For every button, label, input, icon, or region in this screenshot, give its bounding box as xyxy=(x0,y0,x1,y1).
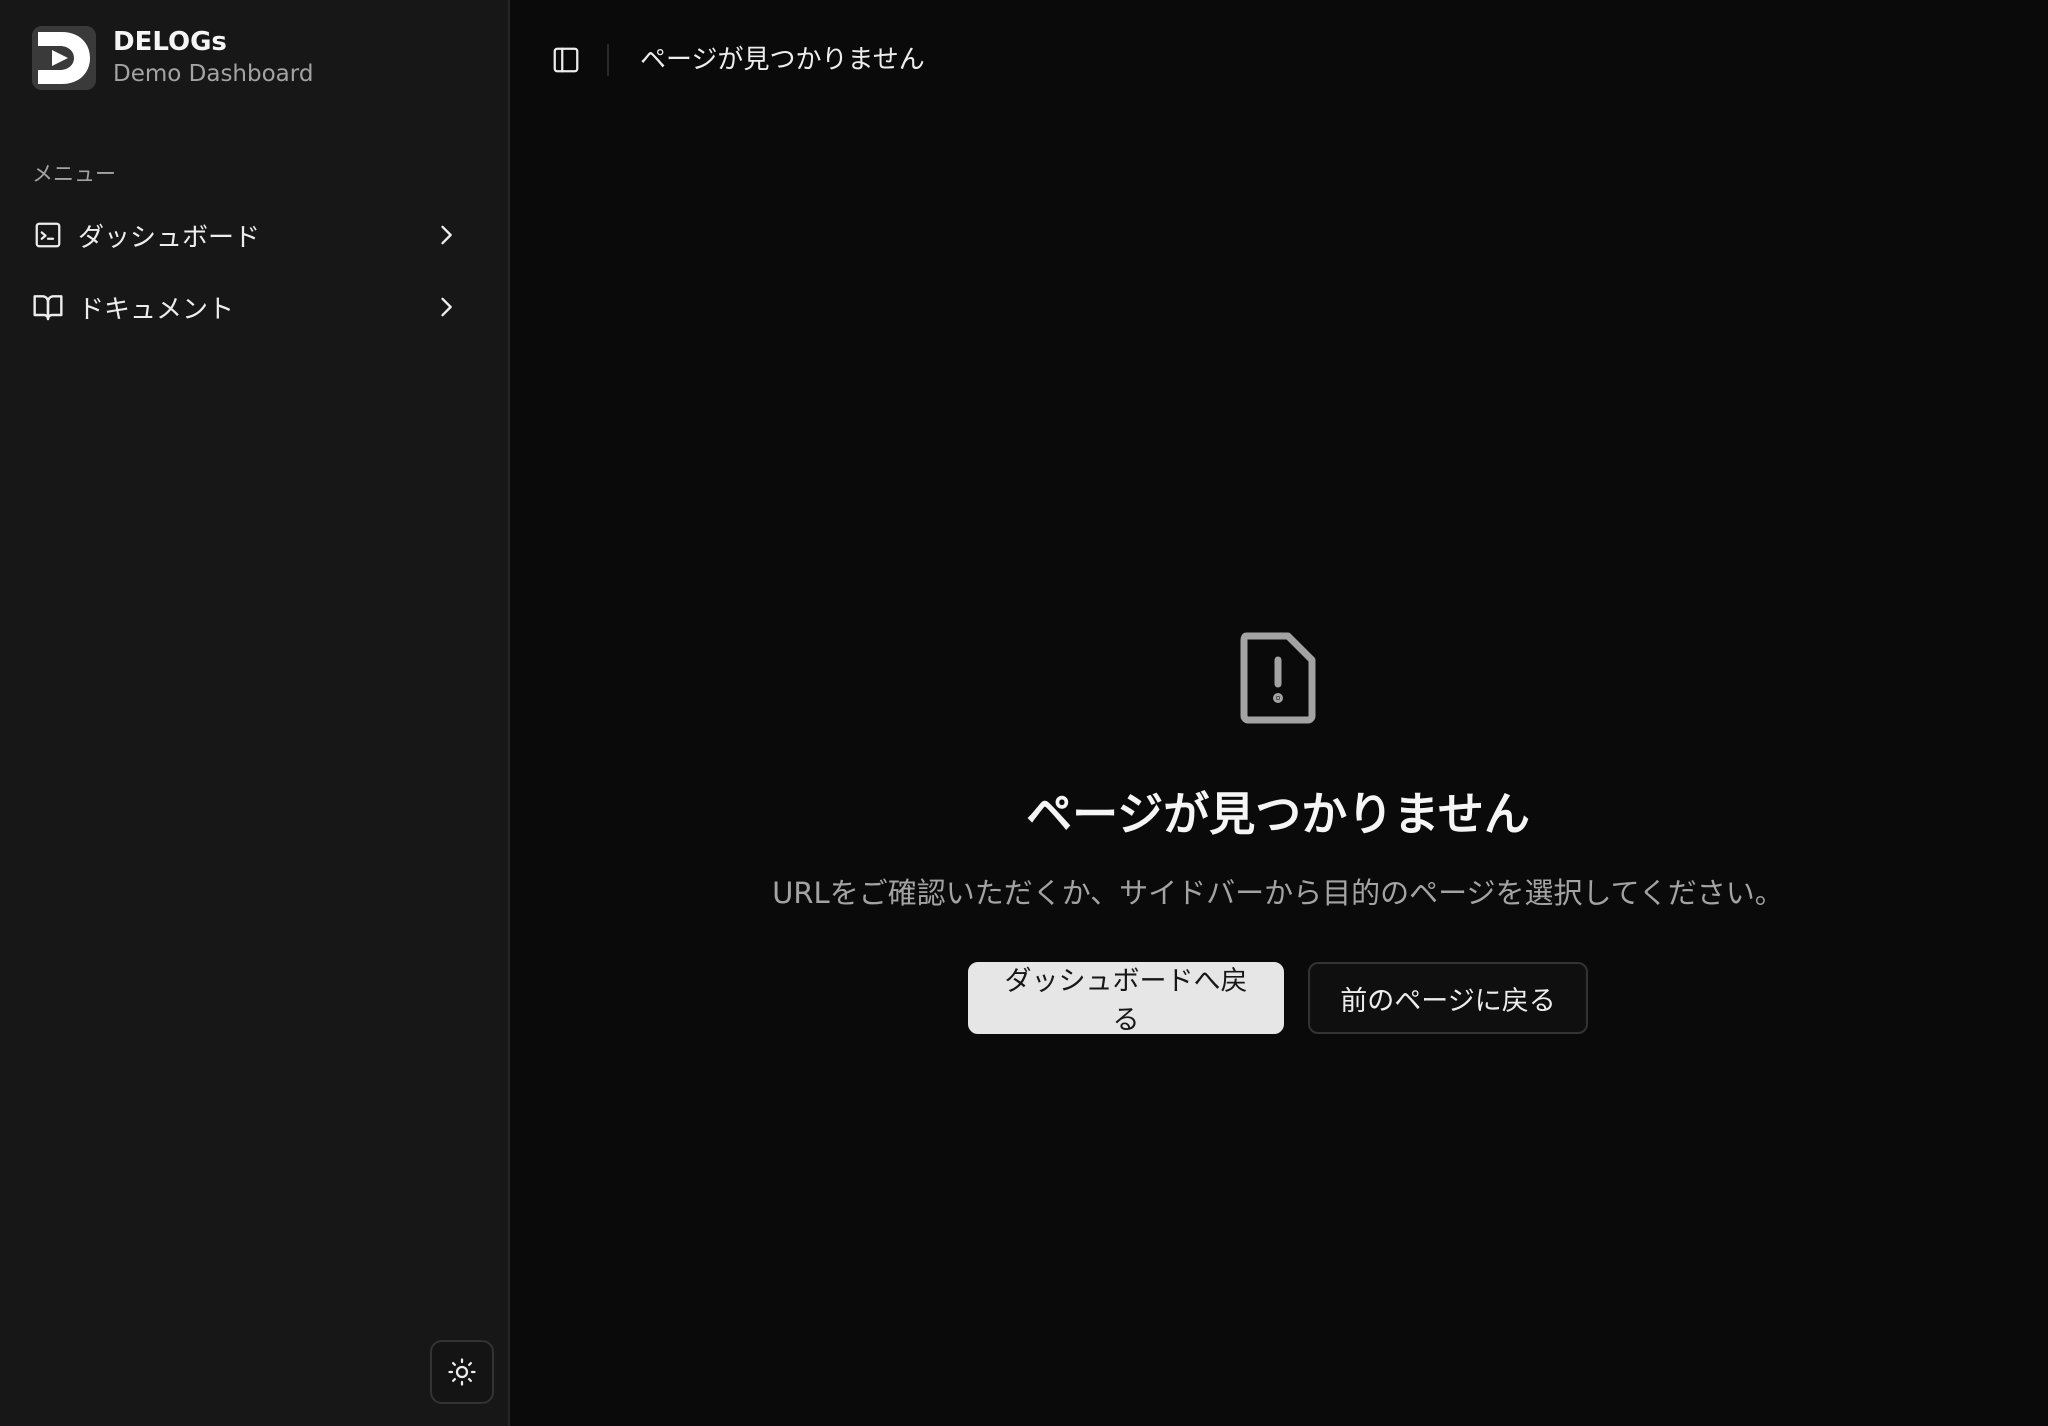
panel-left-icon xyxy=(553,47,579,73)
brand-name: DELOGs xyxy=(113,27,227,57)
sidebar-toggle-button[interactable] xyxy=(546,40,586,80)
main-content: ページが見つかりません ページが見つかりません URLをご確認いただくか、サイド… xyxy=(510,0,2048,1426)
chevron-right-icon xyxy=(441,297,452,317)
file-warning-icon xyxy=(1240,632,1316,724)
action-buttons: ダッシュボードへ戻る 前のページに戻る xyxy=(968,962,1588,1036)
delogs-logo-icon xyxy=(32,26,96,90)
sun-icon xyxy=(448,1358,476,1386)
top-bar: ページが見つかりません xyxy=(510,0,2048,120)
not-found-title: ページが見つかりません xyxy=(1026,787,1530,841)
terminal-square-icon xyxy=(32,219,64,251)
app-root: DELOGs Demo Dashboard メニュー ダッシュボード ドキュメン… xyxy=(0,0,2048,1426)
brand-subtitle: Demo Dashboard xyxy=(113,61,314,87)
book-open-icon xyxy=(32,291,64,323)
chevron-right-icon xyxy=(441,225,452,245)
topbar-divider xyxy=(607,44,609,76)
sidebar-item-dashboard[interactable]: ダッシュボード xyxy=(24,206,480,264)
not-found-panel: ページが見つかりません URLをご確認いただくか、サイドバーから目的のページを選… xyxy=(510,630,2046,1036)
menu-section-label: メニュー xyxy=(32,162,116,186)
sidebar-item-label: ドキュメント xyxy=(78,294,235,325)
theme-toggle-button[interactable] xyxy=(430,1340,494,1404)
go-back-button[interactable]: 前のページに戻る xyxy=(1308,962,1588,1034)
not-found-description: URLをご確認いただくか、サイドバーから目的のページを選択してください。 xyxy=(772,876,1784,910)
sidebar: DELOGs Demo Dashboard メニュー ダッシュボード ドキュメン… xyxy=(0,0,510,1426)
sidebar-item-label: ダッシュボード xyxy=(78,222,261,253)
sidebar-item-documents[interactable]: ドキュメント xyxy=(24,278,480,336)
brand[interactable]: DELOGs Demo Dashboard xyxy=(32,26,313,90)
page-title: ページが見つかりません xyxy=(640,45,925,75)
back-to-dashboard-button[interactable]: ダッシュボードへ戻る xyxy=(968,962,1284,1036)
